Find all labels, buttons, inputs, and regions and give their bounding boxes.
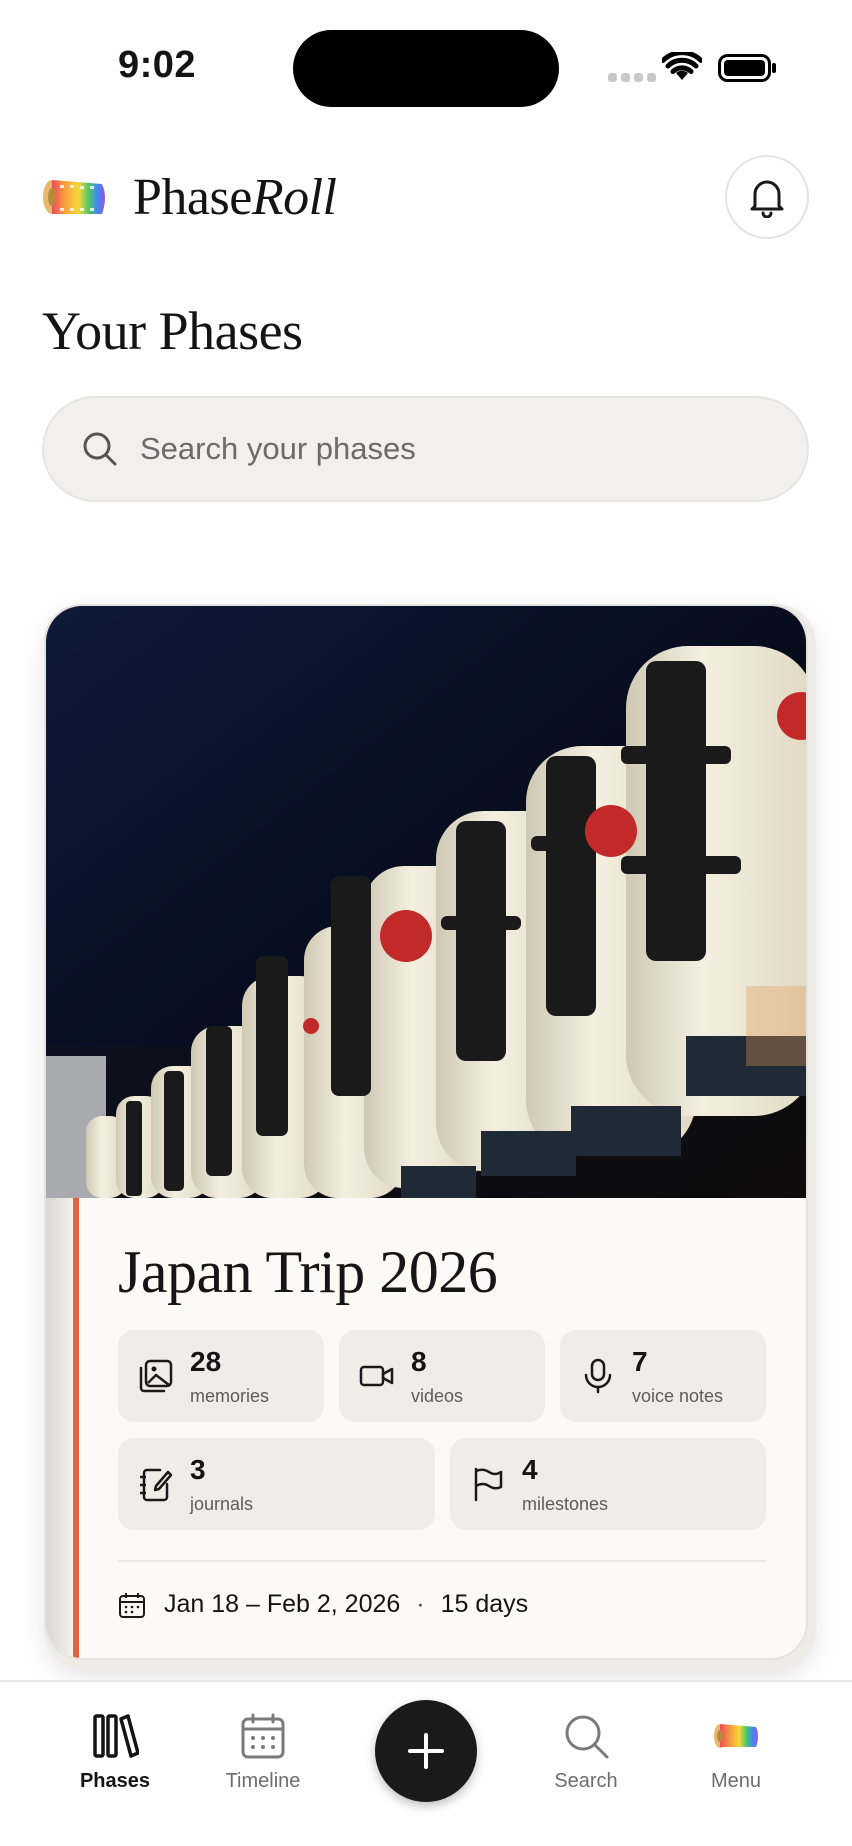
phase-accent-bar (73, 1198, 79, 1658)
stat-journals: 3 journals (118, 1438, 435, 1530)
phases-books-icon (93, 1714, 139, 1758)
app-header: PhaseRoll (0, 150, 852, 250)
tab-phases[interactable]: Phases (55, 1712, 175, 1793)
phase-duration: 15 days (440, 1590, 529, 1618)
flag-icon (474, 1467, 503, 1502)
stat-label: milestones (522, 1494, 609, 1514)
tab-label: Phases (79, 1770, 151, 1792)
stat-count: 7 (632, 1346, 648, 1377)
notifications-button[interactable] (725, 155, 809, 239)
stat-milestones: 4 milestones (450, 1438, 766, 1530)
stat-label: videos (411, 1386, 464, 1406)
phase-title: Japan Trip 2026 (118, 1239, 498, 1305)
phase-cover-image (46, 606, 806, 1198)
app-brand: PhaseRoll (133, 168, 337, 227)
search-bar[interactable] (42, 396, 809, 502)
tab-label: Search (554, 1770, 618, 1792)
film-roll-rainbow-icon (714, 1724, 758, 1748)
brand-suffix: Roll (251, 169, 337, 226)
status-bar: 9:02 (0, 0, 852, 140)
tab-search[interactable]: Search (526, 1712, 646, 1793)
phase-date-row: Jan 18 – Feb 2, 2026 · 15 days (118, 1590, 528, 1619)
photos-icon (139, 1359, 173, 1393)
stat-count: 3 (190, 1454, 206, 1485)
stat-videos: 8 videos (339, 1330, 545, 1422)
add-phase-button[interactable] (375, 1700, 477, 1802)
stat-label: journals (190, 1494, 254, 1514)
video-camera-icon (359, 1365, 394, 1387)
page-title: Your Phases (42, 301, 303, 361)
film-roll-rainbow-icon (43, 180, 105, 214)
stat-label: memories (190, 1386, 270, 1406)
stat-count: 28 (190, 1346, 222, 1377)
dynamic-island (293, 30, 559, 107)
stat-memories: 28 memories (118, 1330, 324, 1422)
status-time: 9:02 (118, 44, 197, 86)
tab-label: Menu (710, 1770, 762, 1792)
stat-voice-notes: 7 voice notes (560, 1330, 766, 1422)
microphone-icon (584, 1358, 612, 1394)
stat-count: 8 (411, 1346, 427, 1377)
phase-date-range: Jan 18 – Feb 2, 2026 (164, 1590, 401, 1618)
tab-timeline[interactable]: Timeline (203, 1712, 323, 1793)
bell-icon (750, 180, 784, 218)
search-icon (83, 432, 117, 466)
phase-card[interactable]: Japan Trip 2026 28 memories 8 videos 7 v… (44, 604, 808, 1660)
wifi-icon (662, 52, 702, 80)
search-icon (565, 1715, 609, 1759)
cellular-signal-icon (608, 73, 656, 82)
calendar-icon (119, 1592, 145, 1618)
battery-icon (718, 54, 776, 82)
tab-menu[interactable]: Menu (676, 1712, 796, 1793)
bottom-tab-bar: Phases Timeline Search Menu (0, 1680, 852, 1846)
brand-prefix: Phase (133, 169, 252, 226)
search-input[interactable] (140, 431, 760, 467)
card-spine (46, 1198, 73, 1658)
card-divider (118, 1560, 766, 1562)
plus-icon (408, 1733, 444, 1769)
stat-count: 4 (522, 1454, 538, 1485)
separator-dot: · (416, 1590, 425, 1618)
journal-icon (140, 1468, 173, 1502)
stat-label: voice notes (632, 1386, 724, 1406)
calendar-icon (241, 1713, 285, 1759)
tab-label: Timeline (225, 1770, 301, 1792)
